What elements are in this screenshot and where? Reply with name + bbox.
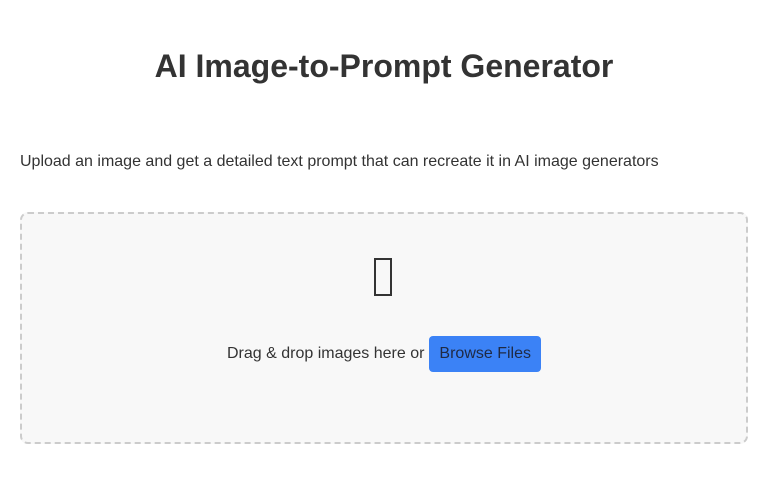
browse-files-button[interactable]: Browse Files <box>429 336 541 372</box>
page-description: Upload an image and get a detailed text … <box>20 153 659 170</box>
page-title: AI Image-to-Prompt Generator <box>154 48 614 84</box>
dropzone-prompt: Drag & drop images here or Browse Files <box>0 336 768 372</box>
image-placeholder-icon <box>374 258 392 296</box>
page: AI Image-to-Prompt Generator Upload an i… <box>0 0 768 480</box>
dropzone-text: Drag & drop images here or <box>226 345 425 362</box>
image-dropzone[interactable] <box>20 212 748 444</box>
